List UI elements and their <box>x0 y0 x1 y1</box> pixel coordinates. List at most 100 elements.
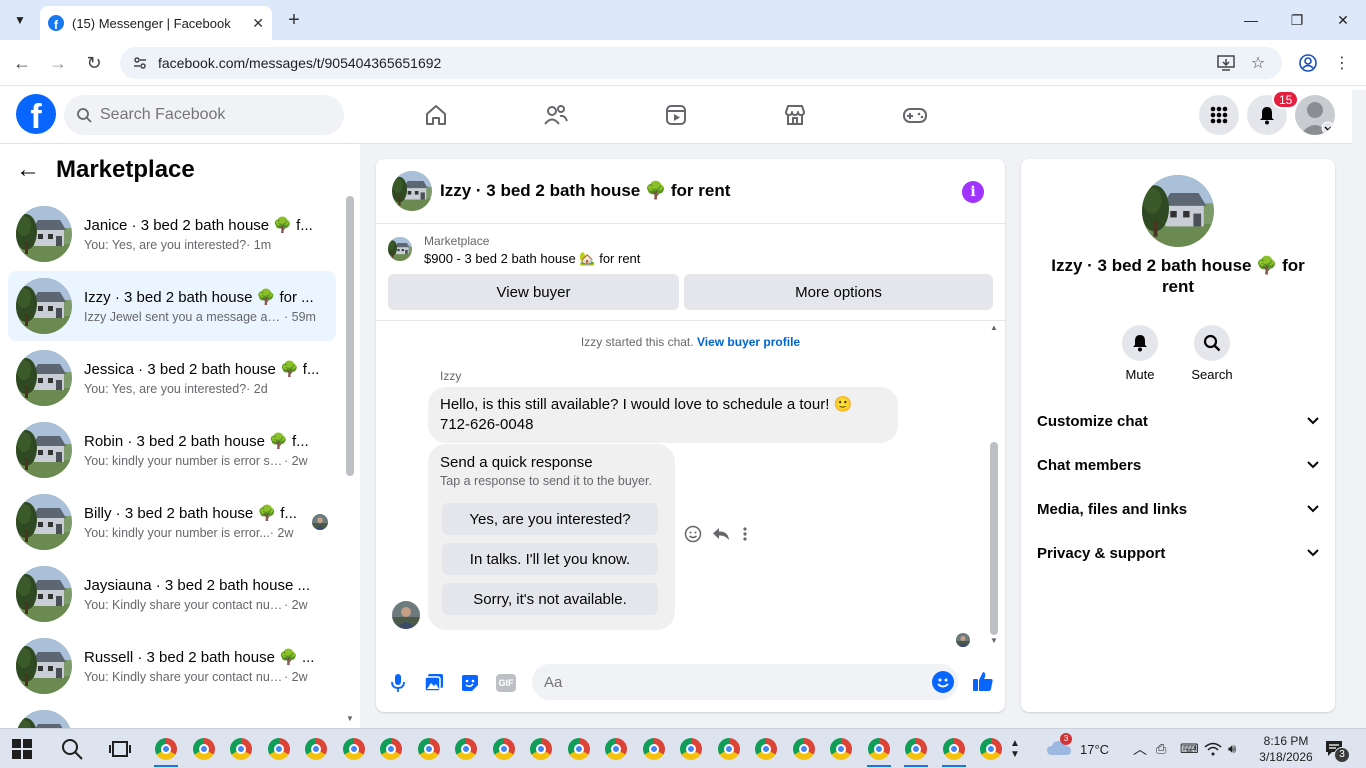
emoji-picker-icon[interactable] <box>932 671 954 693</box>
chrome-taskbar-icon[interactable] <box>752 735 780 763</box>
facebook-search[interactable] <box>64 95 344 135</box>
chrome-taskbar-icon[interactable] <box>865 735 893 767</box>
chrome-taskbar-icon[interactable] <box>227 735 255 763</box>
clock[interactable]: 8:16 PM 3/18/2026 <box>1258 729 1314 768</box>
conversation-item[interactable]: Claudia · 3 bed 2 bath house ... <box>8 703 336 728</box>
marketplace-nav-icon[interactable] <box>775 98 815 132</box>
meet-now-icon[interactable]: ⎙ <box>1156 729 1166 768</box>
site-info-icon[interactable] <box>132 55 148 71</box>
gaming-nav-icon[interactable] <box>895 98 935 132</box>
chrome-taskbar-icon[interactable] <box>415 735 443 763</box>
forward-button[interactable]: → <box>46 51 70 75</box>
chrome-taskbar-icon[interactable] <box>565 735 593 763</box>
back-button[interactable]: ← <box>10 51 34 75</box>
microphone-icon[interactable] <box>386 671 410 695</box>
info-section-chat-members[interactable]: Chat members <box>1037 443 1319 487</box>
info-section-privacy-support[interactable]: Privacy & support <box>1037 531 1319 575</box>
friends-nav-icon[interactable] <box>536 98 576 132</box>
input-method-icon[interactable]: ⌨ <box>1180 729 1199 768</box>
gif-icon[interactable]: GIF <box>494 671 518 695</box>
quick-response-in-talks-button[interactable]: In talks. I'll let you know. <box>442 543 658 575</box>
address-bar[interactable]: facebook.com/messages/t/905404365651692 <box>120 47 1282 79</box>
windows-start-icon[interactable] <box>12 739 32 759</box>
conversation-item[interactable]: Janice · 3 bed 2 bath house 🌳 f... You: Y… <box>8 199 336 269</box>
message-input[interactable] <box>544 673 904 691</box>
listing-price-title[interactable]: $900 - 3 bed 2 bath house 🏡 for rent <box>424 251 640 267</box>
wifi-icon[interactable] <box>1204 729 1222 768</box>
react-emoji-icon[interactable] <box>684 525 702 548</box>
chat-scroll-up-icon[interactable]: ▲ <box>990 323 998 332</box>
chrome-taskbar-icon[interactable] <box>902 735 930 767</box>
quick-response-unavailable-button[interactable]: Sorry, it's not available. <box>442 583 658 615</box>
chrome-taskbar-icon[interactable] <box>715 735 743 763</box>
chrome-taskbar-icon[interactable] <box>640 735 668 763</box>
chrome-taskbar-icon[interactable] <box>940 735 968 767</box>
tab-close-icon[interactable]: ✕ <box>252 15 264 32</box>
listing-large-thumbnail[interactable] <box>1142 175 1214 247</box>
bookmark-star-icon[interactable]: ☆ <box>1246 51 1270 75</box>
chrome-taskbar-icon[interactable] <box>977 735 1005 763</box>
info-icon[interactable]: i <box>962 181 984 203</box>
chrome-taskbar-icon[interactable] <box>602 735 630 763</box>
more-options-button[interactable]: More options <box>684 274 993 310</box>
notification-center-icon[interactable]: 3 <box>1324 729 1350 768</box>
show-hidden-icons-icon[interactable]: ︿ <box>1133 729 1147 768</box>
sidebar-scrollbar[interactable] <box>346 196 354 476</box>
message-input-box[interactable] <box>532 664 958 700</box>
minimize-button[interactable]: — <box>1228 0 1274 40</box>
reload-button[interactable]: ↻ <box>82 51 106 75</box>
page-scrollbar[interactable] <box>1352 90 1366 728</box>
chrome-taskbar-icon[interactable] <box>377 735 405 763</box>
listing-thumbnail[interactable] <box>392 171 432 211</box>
chrome-taskbar-icon[interactable] <box>265 735 293 763</box>
scroll-down-arrow-icon[interactable]: ▼ <box>346 714 354 723</box>
chrome-taskbar-icon[interactable] <box>677 735 705 763</box>
taskbar-overflow-arrows[interactable]: ▲ ▼ <box>1010 729 1020 768</box>
conversation-item[interactable]: Jessica · 3 bed 2 bath house 🌳 f... You: … <box>8 343 336 413</box>
browser-menu-icon[interactable]: ⋮ <box>1330 51 1354 75</box>
quick-response-yes-button[interactable]: Yes, are you interested? <box>442 503 658 535</box>
chrome-taskbar-icon[interactable] <box>790 735 818 763</box>
chat-title[interactable]: Izzy · 3 bed 2 bath house 🌳 for rent <box>440 181 730 201</box>
chat-scroll-down-icon[interactable]: ▼ <box>990 636 998 645</box>
task-view-icon[interactable] <box>108 737 132 761</box>
browser-tab-messenger[interactable]: f (15) Messenger | Facebook ✕ <box>40 6 272 40</box>
info-section-customize-chat[interactable]: Customize chat <box>1037 399 1319 443</box>
restore-button[interactable]: ❐ <box>1274 0 1320 40</box>
home-nav-icon[interactable] <box>416 98 456 132</box>
conversation-item[interactable]: Robin · 3 bed 2 bath house 🌳 f... You: ki… <box>8 415 336 485</box>
more-actions-icon[interactable] <box>742 526 748 547</box>
weather-widget[interactable]: 3 17°C <box>1046 729 1109 768</box>
info-section-media-files-and-links[interactable]: Media, files and links <box>1037 487 1319 531</box>
chrome-taskbar-icon[interactable] <box>340 735 368 763</box>
new-tab-button[interactable]: + <box>282 8 306 32</box>
conversation-item[interactable]: Billy · 3 bed 2 bath house 🌳 f... You: ki… <box>8 487 336 557</box>
video-nav-icon[interactable] <box>656 98 696 132</box>
volume-icon[interactable]: 🔊︎ <box>1228 729 1236 768</box>
conversation-item[interactable]: Izzy · 3 bed 2 bath house 🌳 for ... Izzy … <box>8 271 336 341</box>
profile-icon[interactable] <box>1296 51 1320 75</box>
install-app-icon[interactable] <box>1214 51 1238 75</box>
view-buyer-button[interactable]: View buyer <box>388 274 679 310</box>
chrome-taskbar-icon[interactable] <box>152 735 180 767</box>
sticker-icon[interactable] <box>458 671 482 695</box>
tab-search-menu-button[interactable]: ▼ <box>8 8 32 32</box>
photo-icon[interactable] <box>422 671 446 695</box>
chrome-taskbar-icon[interactable] <box>452 735 480 763</box>
search-conversation-button[interactable]: Search <box>1184 325 1240 382</box>
chrome-taskbar-icon[interactable] <box>490 735 518 763</box>
conversation-item[interactable]: Russell · 3 bed 2 bath house 🌳 ... You: K… <box>8 631 336 701</box>
view-buyer-profile-link[interactable]: View buyer profile <box>697 335 800 349</box>
chat-scrollbar[interactable] <box>990 442 998 635</box>
close-window-button[interactable]: ✕ <box>1320 0 1366 40</box>
listing-small-thumbnail[interactable] <box>388 237 412 261</box>
conversation-item[interactable]: Jaysiauna · 3 bed 2 bath house ... You: K… <box>8 559 336 629</box>
chrome-taskbar-icon[interactable] <box>190 735 218 763</box>
taskbar-search-icon[interactable] <box>60 737 84 761</box>
back-arrow-icon[interactable]: ← <box>16 156 40 184</box>
chrome-taskbar-icon[interactable] <box>527 735 555 763</box>
menu-grid-button[interactable] <box>1199 95 1239 135</box>
buyer-avatar[interactable] <box>392 601 420 629</box>
message-bubble[interactable]: Hello, is this still available? I would … <box>428 387 898 443</box>
account-avatar[interactable] <box>1295 95 1335 135</box>
